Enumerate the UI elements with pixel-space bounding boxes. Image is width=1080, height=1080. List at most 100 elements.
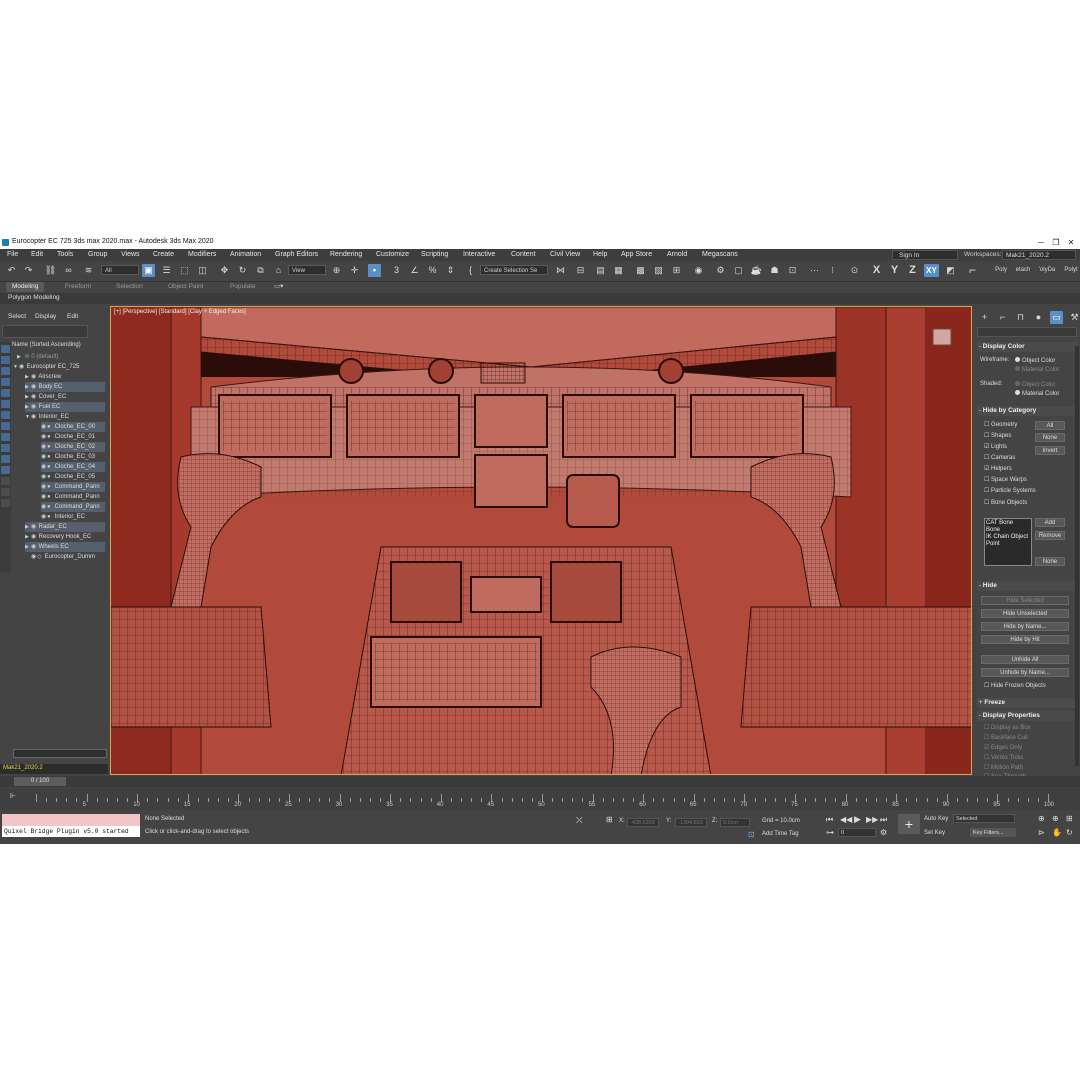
display-properties-rollout[interactable]: - Display Properties [977, 711, 1077, 721]
display-frozen-icon[interactable] [1, 455, 10, 463]
menu-customize[interactable]: Customize [376, 251, 409, 258]
eye-icon[interactable]: ◉ [19, 362, 25, 372]
hide-selected-button[interactable]: Hide Selected [981, 596, 1069, 605]
render-setup-icon[interactable]: ⚙ [714, 264, 727, 277]
tree-item-object[interactable]: ◉● Command_Pann [41, 502, 105, 512]
category-shapes-checkbox[interactable]: ☐ Shapes [984, 432, 1011, 439]
category-lights-checkbox[interactable]: ☑ Lights [984, 443, 1007, 450]
maxscript-output[interactable]: Quixel Bridge Plugin v5.0 started [2, 826, 140, 837]
modify-tab-icon[interactable]: ⌐ [996, 311, 1009, 324]
tree-item-object[interactable]: ◉● Cloche_EC_02 [41, 442, 105, 452]
scene-search-input[interactable] [2, 325, 88, 338]
hierarchy-tab-icon[interactable]: ⊓ [1014, 311, 1027, 324]
key-filters-button[interactable]: Key Filters... [970, 828, 1016, 837]
move-icon[interactable]: ✥ [218, 264, 231, 277]
menu-edit[interactable]: Edit [31, 251, 43, 258]
tree-item-object[interactable]: ◉● Command_Pann [41, 492, 100, 502]
scale-icon[interactable]: ⧉ [254, 264, 267, 277]
menu-megascans[interactable]: Megascans [702, 251, 738, 258]
eye-icon[interactable]: ◉ [31, 382, 37, 392]
menu-file[interactable]: File [7, 251, 18, 258]
orbit-icon[interactable]: ↻ [1066, 828, 1073, 837]
set-key-icon[interactable]: + [898, 814, 920, 834]
display-as-box-checkbox[interactable]: ☐ Display as Box [984, 724, 1031, 731]
display-none-icon[interactable] [1, 488, 10, 496]
redo-icon[interactable]: ↷ [22, 264, 35, 277]
placement-icon[interactable]: ⌂ [272, 264, 285, 277]
polygon-modeling-label[interactable]: Polygon Modeling [8, 294, 60, 301]
menu-graph-editors[interactable]: Graph Editors [275, 251, 318, 258]
freeze-rollout[interactable]: + Freeze [977, 698, 1077, 708]
track-bar-icon[interactable]: ⊩ [10, 792, 16, 800]
toggle-scene-explorer-icon[interactable]: ▤ [594, 264, 607, 277]
previous-frame-icon[interactable]: ◀◀ [840, 815, 852, 824]
menu-help[interactable]: Help [593, 251, 607, 258]
tree-item-object[interactable]: ▶ ◉ Airscrew [25, 372, 61, 382]
eye-icon[interactable]: ◉ [31, 532, 37, 542]
motion-tab-icon[interactable]: ● [1032, 311, 1045, 324]
menu-animation[interactable]: Animation [230, 251, 261, 258]
constrain-x-button[interactable]: X [870, 264, 883, 277]
scene-menu-select[interactable]: Select [8, 313, 26, 320]
display-bones-icon[interactable] [1, 433, 10, 441]
expand-arrow-icon[interactable]: ▶ [17, 352, 23, 362]
scene-menu-edit[interactable]: Edit [67, 313, 78, 320]
display-invert-icon[interactable] [1, 499, 10, 507]
hide-rollout[interactable]: - Hide [977, 581, 1077, 591]
create-tab-icon[interactable]: + [978, 311, 991, 324]
tree-item-object[interactable]: ▼◉ Interior_EC [25, 412, 69, 422]
tree-item-object[interactable]: ▶ ◉ Cover_EC [25, 392, 66, 402]
list-item[interactable]: Bone [986, 527, 1030, 534]
time-configuration-icon[interactable]: ⚙ [880, 828, 887, 837]
list-remove-button[interactable]: Remove [1035, 531, 1065, 540]
category-helpers-checkbox[interactable]: ☑ Helpers [984, 465, 1012, 472]
render-production-icon[interactable]: ☕ [750, 264, 763, 277]
display-containers-icon[interactable] [1, 444, 10, 452]
window-crossing-icon[interactable]: ◫ [196, 264, 209, 277]
menu-views[interactable]: Views [121, 251, 140, 258]
select-object-icon[interactable]: ▣ [142, 264, 155, 277]
scene-horizontal-scrollbar[interactable] [13, 749, 107, 758]
polytools-button[interactable]: Polyt [1062, 264, 1080, 277]
zoom-icon[interactable]: ⊕ [1038, 814, 1045, 823]
motion-path-checkbox[interactable]: ☐ Motion Path [984, 764, 1023, 771]
constrain-z-button[interactable]: Z [906, 264, 919, 277]
percent-snap-icon[interactable]: % [426, 264, 439, 277]
select-by-name-icon[interactable]: ☰ [160, 264, 173, 277]
time-slider-thumb[interactable]: 0 / 100 [14, 777, 66, 786]
eye-icon[interactable]: ◉ [31, 372, 37, 382]
next-frame-icon[interactable]: ▶▶ [866, 815, 878, 824]
wireframe-object-color-radio[interactable]: Object Color [1015, 357, 1055, 364]
ribbon-options-icon[interactable]: ▭▾ [274, 282, 283, 292]
tab-freeform[interactable]: Freeform [65, 282, 91, 292]
tree-item-layer-default[interactable]: ▶ ≋ 0 (default) [17, 352, 58, 362]
tree-item-object[interactable]: ◉● Cloche_EC_00 [41, 422, 105, 432]
category-all-button[interactable]: All [1035, 421, 1065, 430]
y-coord-field[interactable]: -1394.633 [675, 818, 707, 827]
tree-item-layer[interactable]: ▼◉ Eurocopter EC_725 [13, 362, 79, 372]
grid-options-icon[interactable]: ⁝ [826, 264, 839, 277]
list-none-button[interactable]: None [1035, 557, 1065, 566]
zoom-all-icon[interactable]: ⊕ [1052, 814, 1059, 823]
menu-civil-view[interactable]: Civil View [550, 251, 580, 258]
category-space-warps-checkbox[interactable]: ☐ Space Warps [984, 476, 1027, 483]
tree-item-object[interactable]: ▶ ◉ Fuel EC [25, 402, 105, 412]
maximize-button[interactable]: ❐ [1049, 237, 1063, 248]
rendered-frame-window-icon[interactable]: ▢ [732, 264, 745, 277]
rotate-icon[interactable]: ↻ [236, 264, 249, 277]
perspective-viewport[interactable]: [+] [Perspective] [Standard] [Clay + Edg… [110, 306, 972, 775]
keyboard-shortcut-override-icon[interactable]: ▪ [368, 264, 381, 277]
go-to-start-icon[interactable]: ⏮ [826, 815, 833, 825]
menu-create[interactable]: Create [153, 251, 174, 258]
x-coord-field[interactable]: -438.6209 [627, 818, 659, 827]
backface-cull-checkbox[interactable]: ☐ Backface Cull [984, 734, 1028, 741]
unlink-icon[interactable]: ∞ [62, 264, 75, 277]
vertex-ticks-checkbox[interactable]: ☐ Vertex Ticks [984, 754, 1023, 761]
tab-selection[interactable]: Selection [116, 282, 143, 292]
display-shapes-icon[interactable] [1, 356, 10, 364]
display-geometry-icon[interactable] [1, 345, 10, 353]
display-hidden-icon[interactable] [1, 466, 10, 474]
pan-icon[interactable]: ✋ [1052, 828, 1062, 837]
detach-button[interactable]: etach [1012, 264, 1034, 277]
constrain-y-button[interactable]: Y [888, 264, 901, 277]
